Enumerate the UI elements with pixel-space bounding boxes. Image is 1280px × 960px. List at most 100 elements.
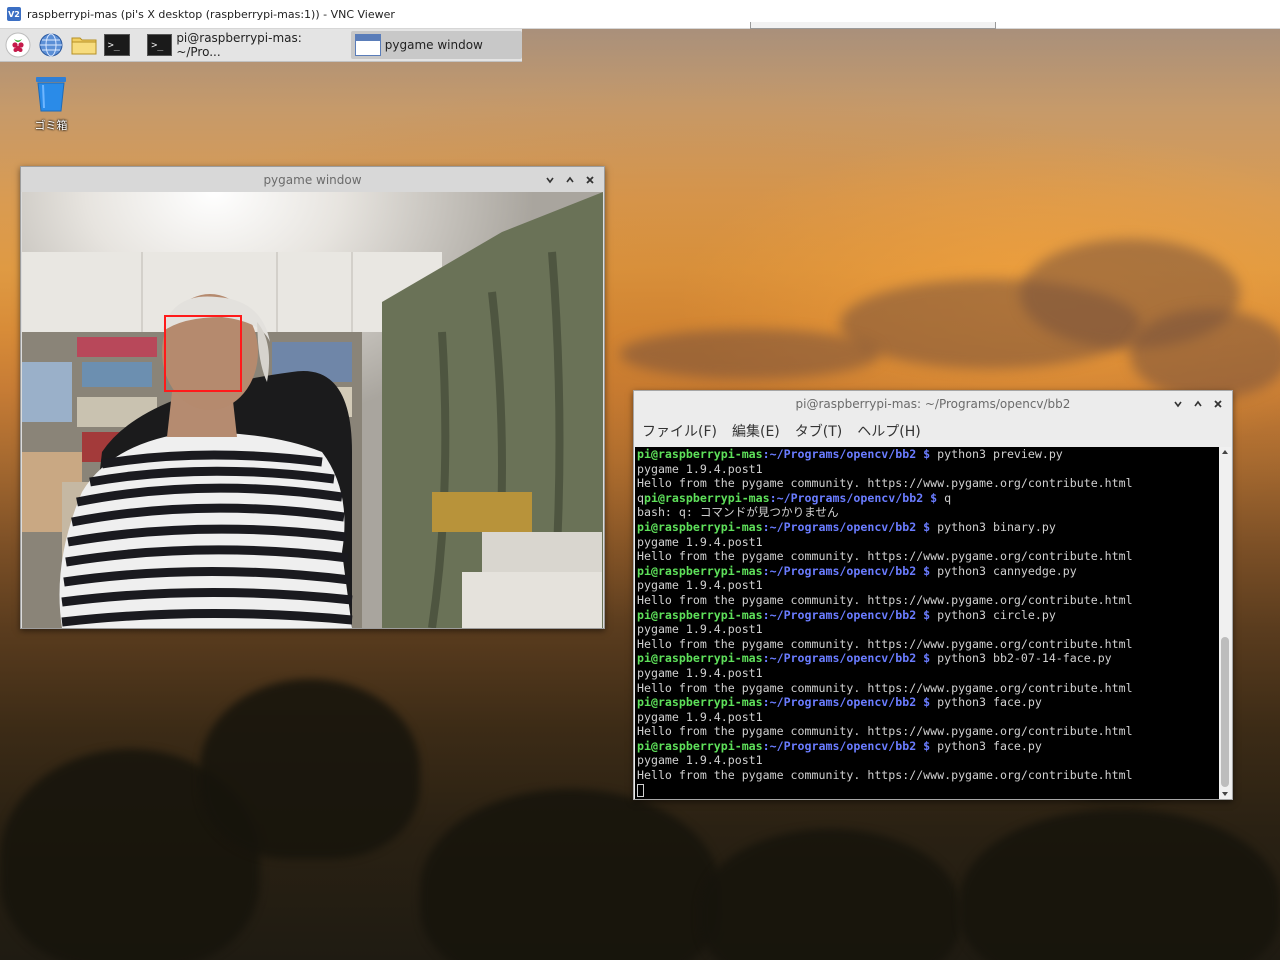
terminal-menubar: ファイル(F) 編集(E) タブ(T) ヘルプ(H) xyxy=(634,416,1232,446)
desktop-trash[interactable]: ゴミ箱 xyxy=(26,73,76,133)
terminal-titlebar[interactable]: pi@raspberrypi-mas: ~/Programs/opencv/bb… xyxy=(634,391,1232,416)
terminal-output-line: Hello from the pygame community. https:/… xyxy=(637,592,1133,607)
terminal-line: pi@raspberrypi-mas:~/Programs/opencv/bb2… xyxy=(637,739,1219,754)
pygame-window[interactable]: pygame window xyxy=(20,166,605,629)
web-browser-button[interactable] xyxy=(37,31,66,59)
close-icon xyxy=(1214,399,1222,408)
chevron-down-icon xyxy=(1174,401,1182,407)
terminal-output-line: pygame 1.9.4.post1 xyxy=(637,534,763,549)
prompt-path: :~/Programs/opencv/bb2 $ xyxy=(762,695,931,710)
prompt-path: :~/Programs/opencv/bb2 $ xyxy=(762,447,931,461)
prompt-user: pi@raspberrypi-mas xyxy=(637,651,763,666)
terminal-output-line: pygame 1.9.4.post1 xyxy=(637,709,763,724)
terminal-line: pi@raspberrypi-mas:~/Programs/opencv/bb2… xyxy=(637,695,1219,710)
taskbar-task-label: pi@raspberrypi-mas: ~/Pro... xyxy=(176,31,302,59)
chevron-down-icon xyxy=(546,177,554,183)
vnc-window-title: raspberrypi-mas (pi's X desktop (raspber… xyxy=(27,7,395,21)
taskbar: >_ >_ pi@raspberrypi-mas: ~/Pro... pygam… xyxy=(0,29,522,62)
prompt-path: :~/Programs/opencv/bb2 $ xyxy=(762,519,931,534)
taskbar-task-terminal[interactable]: >_ pi@raspberrypi-mas: ~/Pro... xyxy=(143,31,347,59)
close-icon xyxy=(586,175,594,184)
prompt-command: python3 cannyedge.py xyxy=(930,563,1077,578)
maximize-button[interactable] xyxy=(1190,396,1206,412)
close-button[interactable] xyxy=(1210,396,1226,412)
terminal-window-title: pi@raspberrypi-mas: ~/Programs/opencv/bb… xyxy=(795,396,1071,411)
terminal-window[interactable]: pi@raspberrypi-mas: ~/Programs/opencv/bb… xyxy=(633,390,1233,800)
web-browser-globe-icon xyxy=(39,33,63,57)
minimize-button[interactable] xyxy=(542,172,558,188)
chevron-up-icon xyxy=(566,176,574,182)
file-manager-button[interactable] xyxy=(70,31,99,59)
scroll-up-arrow-icon[interactable] xyxy=(1219,447,1231,457)
vnc-toolbar-handle[interactable] xyxy=(750,22,996,29)
trash-bin-icon xyxy=(36,77,66,112)
pygame-window-titlebar[interactable]: pygame window xyxy=(21,167,604,192)
prompt-user: pi@raspberrypi-mas xyxy=(637,738,763,753)
prompt-command: python3 preview.py xyxy=(930,447,1063,461)
terminal-line: pi@raspberrypi-mas:~/Programs/opencv/bb2… xyxy=(637,447,1219,462)
camera-frame-image xyxy=(22,192,603,628)
prompt-path: :~/Programs/opencv/bb2 $ xyxy=(762,738,931,753)
maximize-button[interactable] xyxy=(562,172,578,188)
vnc-logo-icon: V2 xyxy=(7,7,21,21)
terminal-output-line: pygame 1.9.4.post1 xyxy=(637,753,763,768)
terminal-stray-input: q xyxy=(637,490,644,505)
trash-label: ゴミ箱 xyxy=(34,119,68,132)
terminal-output-line: pygame 1.9.4.post1 xyxy=(637,622,763,637)
pygame-window-task-icon xyxy=(354,34,381,56)
terminal-launcher-button[interactable]: >_ xyxy=(102,31,131,59)
file-manager-folder-icon xyxy=(71,37,97,55)
prompt-command: python3 circle.py xyxy=(930,607,1056,622)
terminal-icon: >_ xyxy=(103,34,130,56)
menu-edit[interactable]: 編集(E) xyxy=(732,421,780,441)
prompt-user: pi@raspberrypi-mas xyxy=(643,490,770,505)
terminal-scrollbar[interactable] xyxy=(1219,447,1231,799)
chevron-up-icon xyxy=(1194,400,1202,406)
terminal-line: pi@raspberrypi-mas:~/Programs/opencv/bb2… xyxy=(637,608,1219,623)
prompt-command: python3 bb2-07-14-face.py xyxy=(930,651,1112,666)
prompt-command: python3 binary.py xyxy=(930,519,1056,534)
prompt-user: pi@raspberrypi-mas xyxy=(637,447,763,461)
prompt-user: pi@raspberrypi-mas xyxy=(637,695,763,710)
terminal-output-line: Hello from the pygame community. https:/… xyxy=(637,476,1133,491)
prompt-path: :~/Programs/opencv/bb2 $ xyxy=(769,490,938,505)
terminal-task-icon: >_ xyxy=(147,34,173,56)
prompt-command: python3 face.py xyxy=(930,738,1042,753)
prompt-user: pi@raspberrypi-mas xyxy=(637,607,763,622)
terminal-output-line: pygame 1.9.4.post1 xyxy=(637,461,763,476)
taskbar-task-pygame[interactable]: pygame window xyxy=(350,31,522,59)
minimize-button[interactable] xyxy=(1170,396,1186,412)
scroll-down-arrow-icon[interactable] xyxy=(1219,789,1231,799)
screen: V2 raspberrypi-mas (pi's X desktop (rasp… xyxy=(0,0,1280,960)
terminal-output-line: pygame 1.9.4.post1 xyxy=(637,665,763,680)
prompt-path: :~/Programs/opencv/bb2 $ xyxy=(762,607,931,622)
terminal-output-line: Hello from the pygame community. https:/… xyxy=(637,768,1133,783)
pygame-window-title: pygame window xyxy=(263,172,362,187)
terminal-output-line: Hello from the pygame community. https:/… xyxy=(637,680,1133,695)
terminal-output-line: pygame 1.9.4.post1 xyxy=(637,578,763,593)
terminal-line: pi@raspberrypi-mas:~/Programs/opencv/bb2… xyxy=(637,520,1219,535)
terminal-line xyxy=(637,783,1219,798)
terminal-cursor xyxy=(637,783,644,797)
menu-tabs[interactable]: タブ(T) xyxy=(795,421,842,441)
terminal-line: pi@raspberrypi-mas:~/Programs/opencv/bb2… xyxy=(637,564,1219,579)
prompt-command: q xyxy=(937,490,952,505)
prompt-user: pi@raspberrypi-mas xyxy=(637,563,763,578)
prompt-path: :~/Programs/opencv/bb2 $ xyxy=(762,563,931,578)
raspberry-menu-button[interactable] xyxy=(4,31,33,59)
terminal-line: qpi@raspberrypi-mas:~/Programs/opencv/bb… xyxy=(637,491,1219,506)
terminal-output-line: Hello from the pygame community. https:/… xyxy=(637,549,1133,564)
prompt-path: :~/Programs/opencv/bb2 $ xyxy=(762,651,931,666)
menu-file[interactable]: ファイル(F) xyxy=(642,421,717,441)
scrollbar-thumb[interactable] xyxy=(1221,637,1229,787)
vnc-viewer-titlebar[interactable]: V2 raspberrypi-mas (pi's X desktop (rasp… xyxy=(0,0,1280,29)
terminal-output[interactable]: pi@raspberrypi-mas:~/Programs/opencv/bb2… xyxy=(635,447,1219,799)
terminal-output-line: Hello from the pygame community. https:/… xyxy=(637,724,1133,739)
prompt-command: python3 face.py xyxy=(930,695,1042,710)
raspberry-menu-icon xyxy=(5,32,31,58)
prompt-user: pi@raspberrypi-mas xyxy=(637,519,763,534)
terminal-output-line: bash: q: コマンドが見つかりません xyxy=(637,505,839,520)
menu-help[interactable]: ヘルプ(H) xyxy=(857,421,920,441)
close-button[interactable] xyxy=(582,172,598,188)
camera-feed xyxy=(22,192,603,628)
